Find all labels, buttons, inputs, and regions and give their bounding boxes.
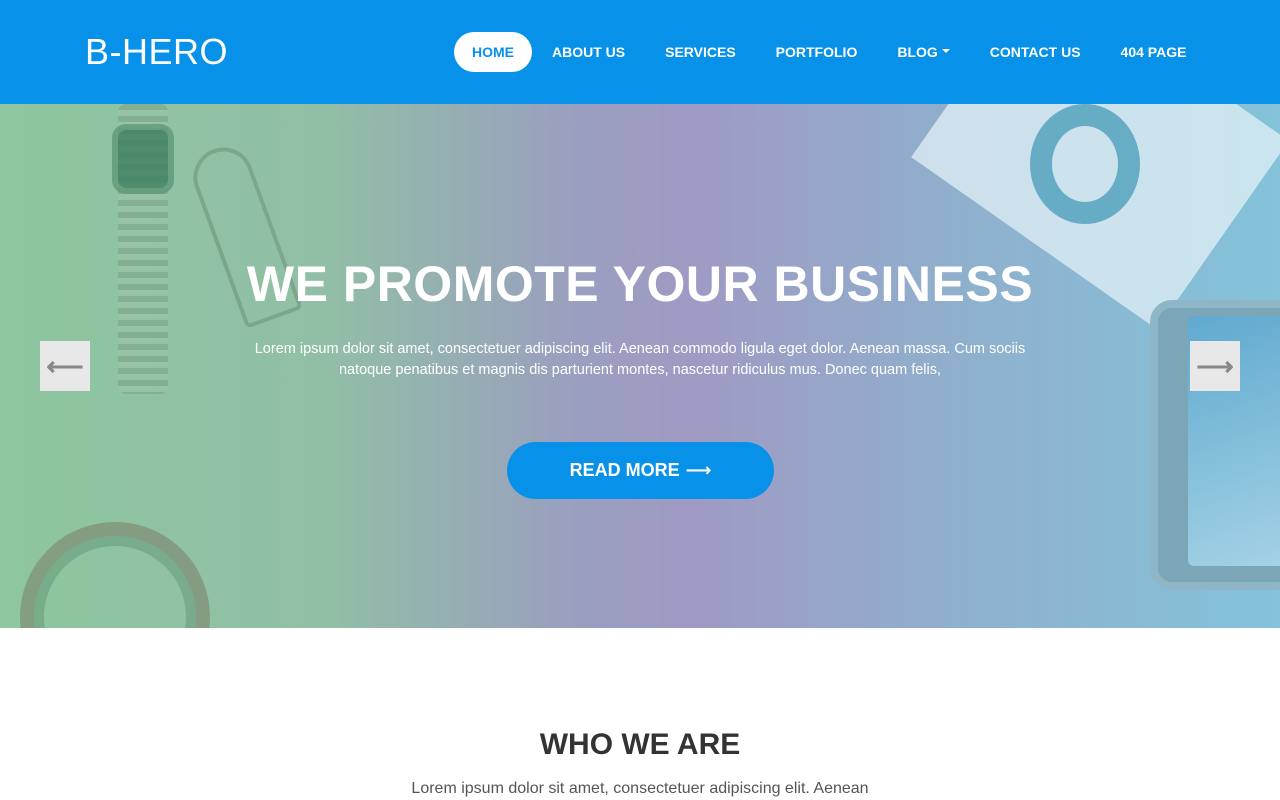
who-we-are-title: WHO WE ARE bbox=[539, 728, 741, 761]
right-arrow-icon: ⟶ bbox=[1196, 350, 1234, 381]
hero-description-line2: natoque penatibus et magnis dis parturie… bbox=[338, 362, 942, 378]
box-print-image bbox=[1030, 104, 1140, 224]
right-arrow-icon: ⟶ bbox=[685, 460, 712, 480]
nav-about-us[interactable]: ABOUT US bbox=[532, 32, 645, 72]
hero-description-line1: Lorem ipsum dolor sit amet, consectetuer… bbox=[254, 341, 1026, 357]
rope-image bbox=[20, 522, 210, 628]
watch-image bbox=[112, 124, 174, 194]
nav-portfolio[interactable]: PORTFOLIO bbox=[756, 32, 878, 72]
nav-services[interactable]: SERVICES bbox=[645, 32, 756, 72]
nav-contact-us[interactable]: CONTACT US bbox=[970, 32, 1101, 72]
hero-slider: WE PROMOTE YOUR BUSINESS Lorem ipsum dol… bbox=[0, 104, 1280, 628]
read-more-button[interactable]: READ MORE ⟶ bbox=[507, 442, 774, 499]
nav-blog-label: BLOG bbox=[897, 44, 938, 60]
slider-next-button[interactable]: ⟶ bbox=[1190, 341, 1240, 391]
nav-home[interactable]: HOME bbox=[454, 32, 532, 72]
main-nav: HOME ABOUT US SERVICES PORTFOLIO BLOG CO… bbox=[454, 32, 1206, 72]
who-we-are-text: Lorem ipsum dolor sit amet, consectetuer… bbox=[411, 780, 869, 797]
left-arrow-icon: ⟵ bbox=[46, 350, 84, 381]
brand-logo[interactable]: B-HERO bbox=[85, 30, 228, 74]
nav-404-page[interactable]: 404 PAGE bbox=[1101, 32, 1207, 72]
hero-description: Lorem ipsum dolor sit amet, consectetuer… bbox=[240, 339, 1040, 381]
caret-down-icon bbox=[941, 49, 950, 53]
nav-blog-dropdown[interactable]: BLOG bbox=[877, 32, 969, 72]
top-navbar: B-HERO HOME ABOUT US SERVICES PORTFOLIO … bbox=[0, 0, 1280, 104]
read-more-label: READ MORE bbox=[569, 460, 680, 480]
hero-title: WE PROMOTE YOUR BUSINESS bbox=[246, 256, 1034, 312]
slider-prev-button[interactable]: ⟵ bbox=[40, 341, 90, 391]
